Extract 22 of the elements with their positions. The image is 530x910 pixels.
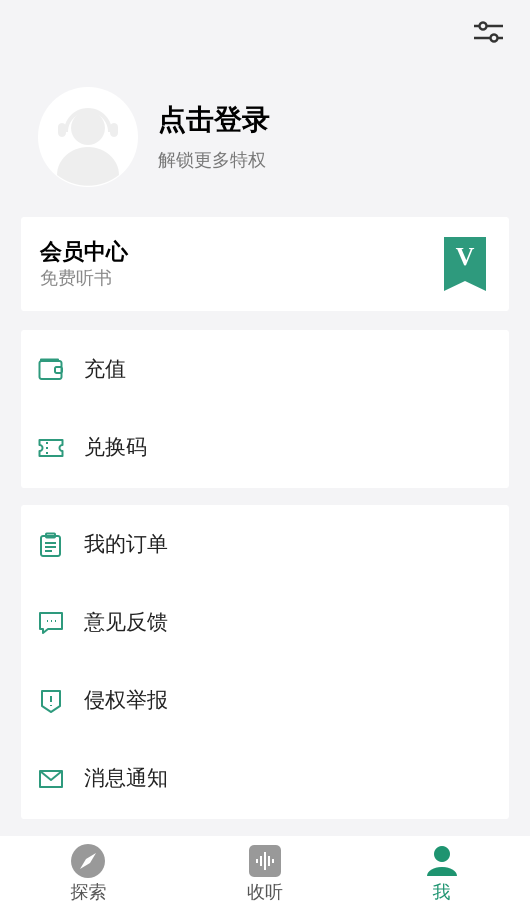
menu-item[interactable]: 侵权举报: [21, 662, 509, 740]
tab[interactable]: 收听: [176, 836, 354, 910]
wallet-icon: [38, 357, 64, 383]
person-icon: [424, 844, 459, 878]
menu-item[interactable]: 消息通知: [21, 740, 509, 818]
vip-badge: V: [444, 237, 486, 291]
tab[interactable]: 我: [353, 836, 530, 910]
audio-wave-icon: [248, 844, 282, 878]
menu-item[interactable]: 充值: [21, 331, 509, 409]
login-title[interactable]: 点击登录: [158, 102, 270, 138]
compass-icon: [71, 844, 106, 878]
chat-icon: [38, 610, 64, 636]
member-title: 会员中心: [40, 238, 128, 266]
member-subtitle: 免费听书: [40, 267, 113, 290]
login-subtitle: 解锁更多特权: [158, 149, 267, 172]
shield-icon: [38, 688, 64, 714]
tab[interactable]: 探索: [0, 836, 177, 910]
menu-item[interactable]: 意见反馈: [21, 584, 509, 662]
menu-item[interactable]: 我的订单: [21, 506, 509, 584]
menu-item[interactable]: 兑换码: [21, 409, 509, 487]
member-card[interactable]: 会员中心 免费听书 V: [21, 217, 509, 311]
clipboard-icon: [38, 532, 64, 558]
